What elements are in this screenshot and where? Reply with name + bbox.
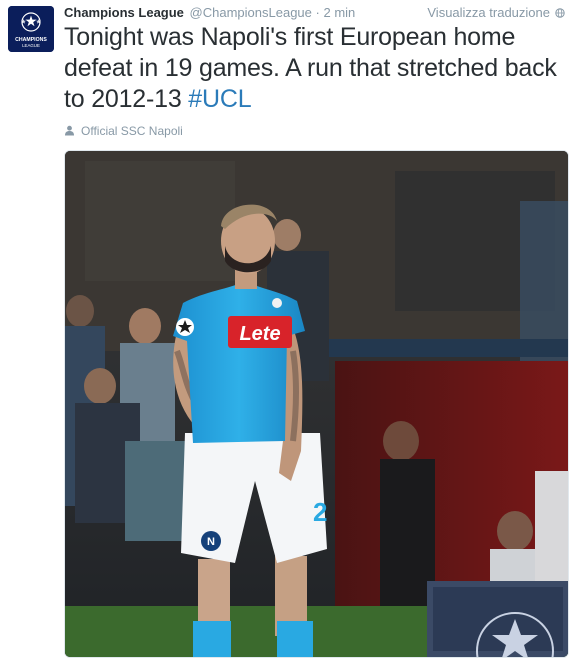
tagged-user-link[interactable]: Official SSC Napoli <box>81 124 183 138</box>
translate-link[interactable]: Visualizza traduzione <box>427 4 565 22</box>
translate-label: Visualizza traduzione <box>427 5 550 20</box>
tweet-media-photo[interactable]: N 2 Lete <box>65 151 568 657</box>
avatar[interactable]: CHAMPIONS LEAGUE <box>8 6 54 52</box>
shorts-number: 2 <box>313 497 327 527</box>
tweet-header: Champions League @ChampionsLeague · 2 mi… <box>64 4 565 22</box>
champions-league-logo-icon: CHAMPIONS LEAGUE <box>8 6 54 52</box>
tweet-text: Tonight was Napoli's first European home… <box>64 22 564 115</box>
user-handle[interactable]: @ChampionsLeague <box>190 5 312 20</box>
globe-icon <box>555 8 565 18</box>
shirt-sponsor: Lete <box>239 323 280 345</box>
logo-text-bottom: LEAGUE <box>22 43 40 48</box>
svg-text:N: N <box>207 536 215 548</box>
tweet-card: CHAMPIONS LEAGUE Champions League @Champ… <box>0 0 577 664</box>
timestamp[interactable]: 2 min <box>323 5 355 20</box>
user-icon <box>65 125 74 136</box>
player-photo-icon: N 2 Lete <box>65 151 568 657</box>
tweet-body: Tonight was Napoli's first European home… <box>64 23 557 113</box>
separator-dot: · <box>315 5 320 20</box>
display-name[interactable]: Champions League <box>64 5 184 20</box>
tweet-context: Official SSC Napoli <box>64 124 183 138</box>
hashtag-link[interactable]: #UCL <box>188 85 251 113</box>
